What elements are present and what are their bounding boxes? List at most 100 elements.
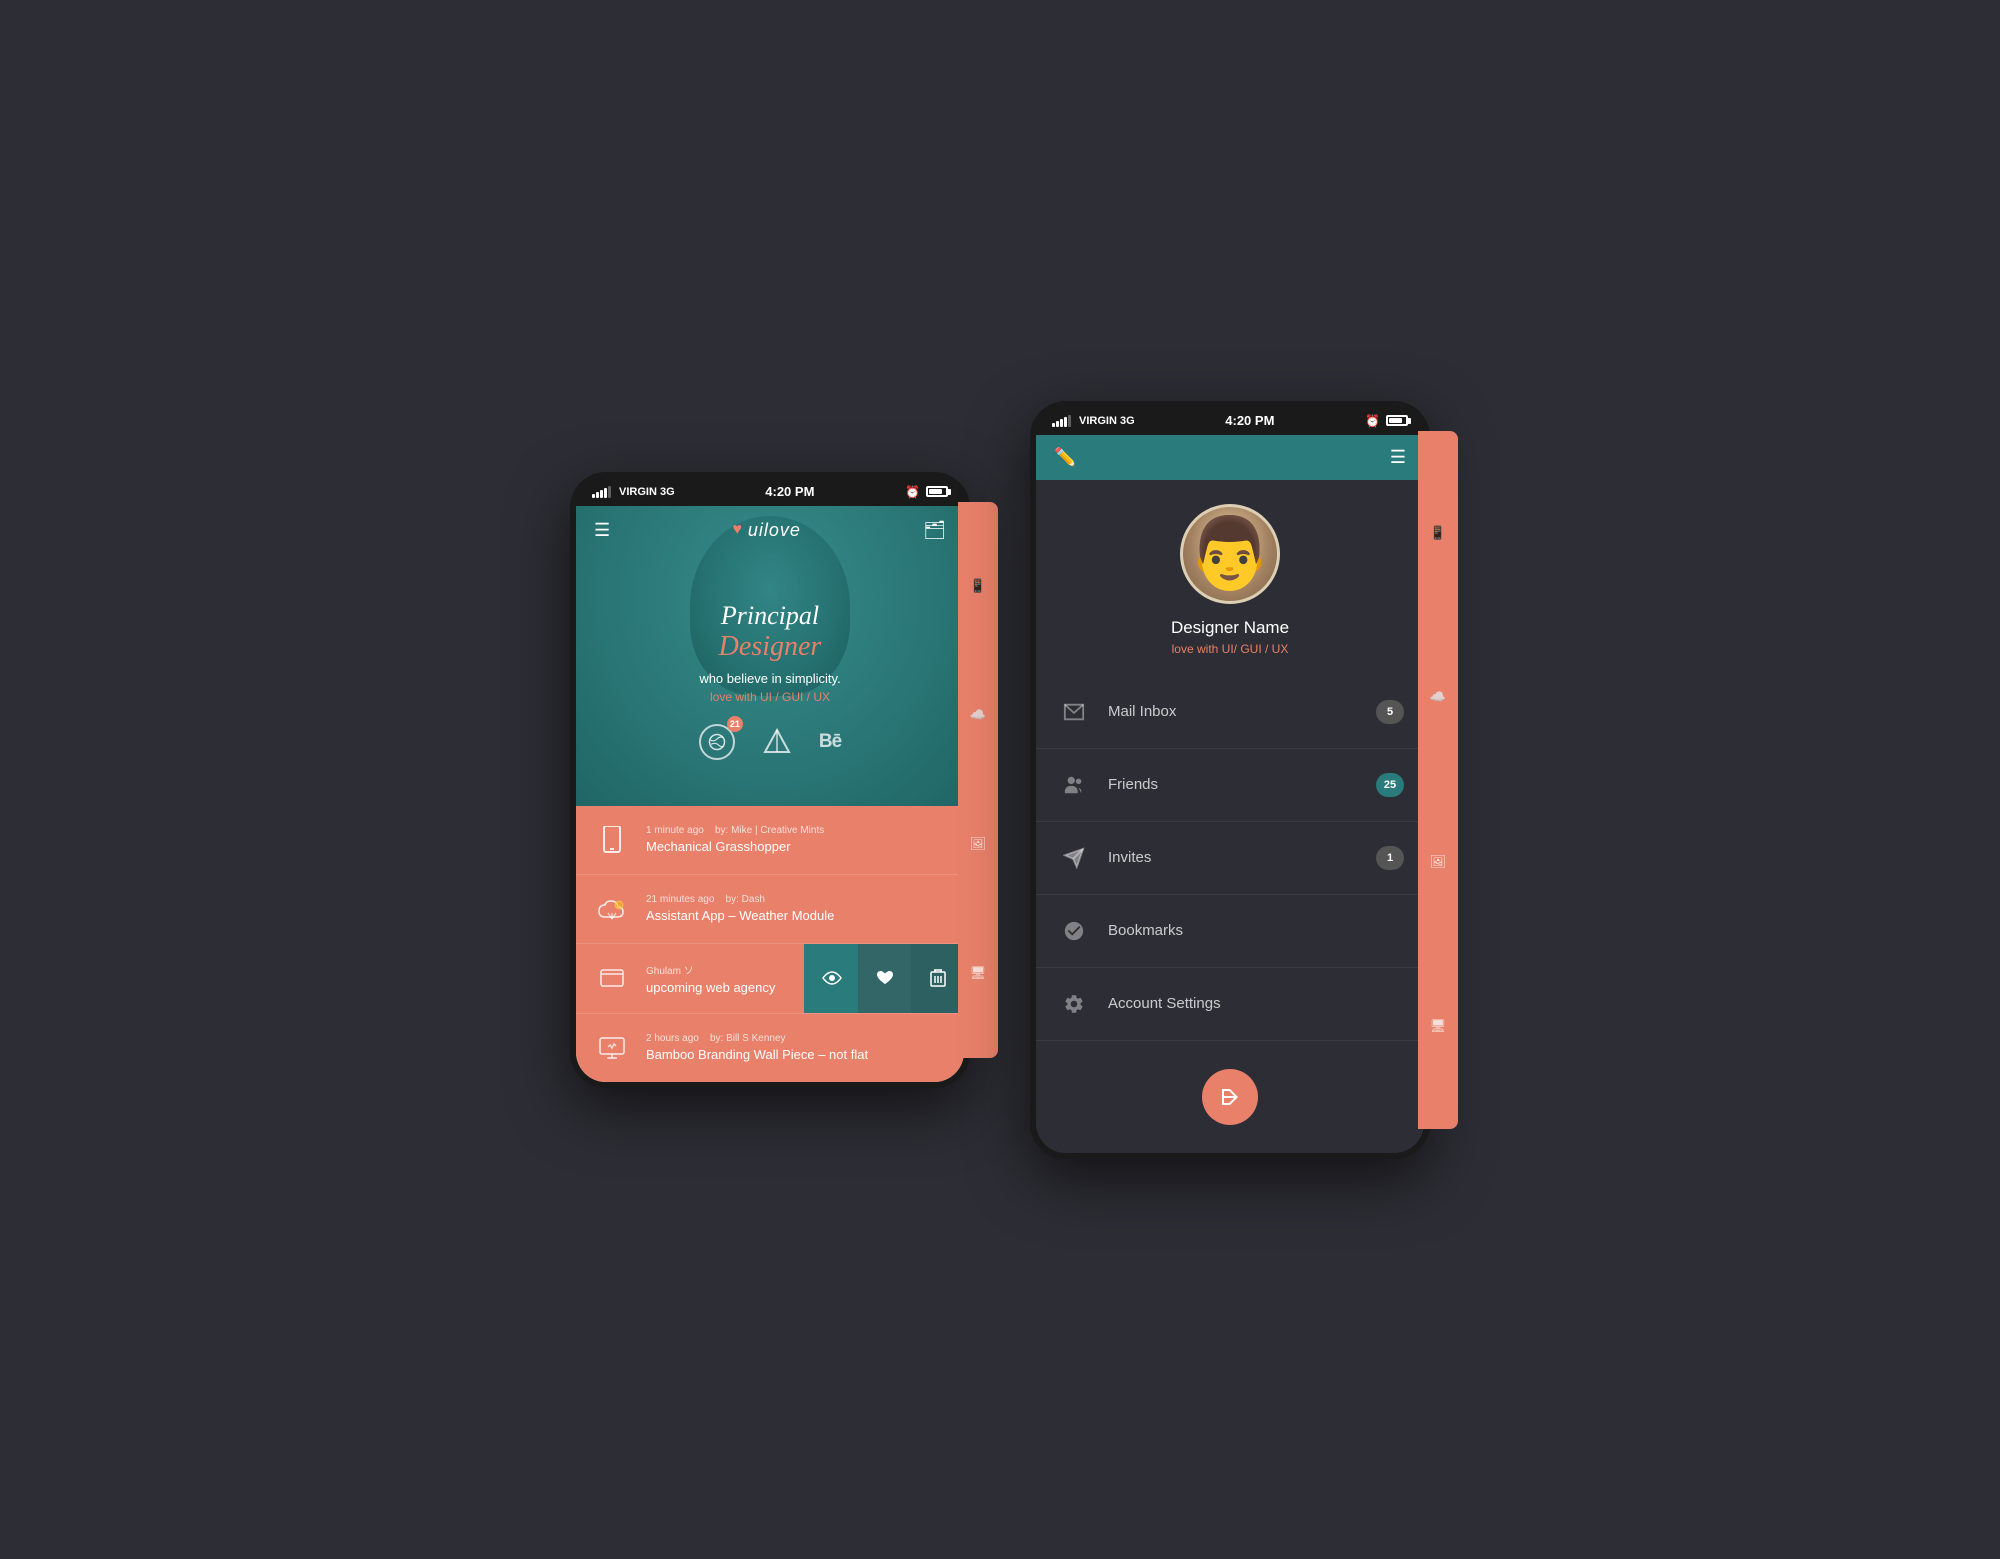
- right-side-strip-2: 📱 ☁️ 🖼 🖥: [1418, 431, 1458, 1129]
- feed-meta-3: Ghulam ソ: [646, 962, 794, 977]
- hamburger-icon[interactable]: ☰: [594, 521, 610, 539]
- time-1: 4:20 PM: [765, 484, 814, 499]
- hero-title-line1: Principal: [699, 601, 840, 631]
- feed-item-text-2: 21 minutes ago by: Dash Assistant App – …: [646, 894, 948, 923]
- delete-button[interactable]: [911, 944, 964, 1013]
- status-right-2: ⏰: [1365, 414, 1408, 428]
- like-button[interactable]: [858, 944, 911, 1013]
- signal-bar: [1056, 421, 1059, 427]
- bookmarks-icon: [1056, 913, 1092, 949]
- signal-bar: [592, 494, 595, 498]
- hamburger-icon-2[interactable]: ☰: [1390, 447, 1406, 468]
- feed-item-2[interactable]: 21 minutes ago by: Dash Assistant App – …: [576, 875, 964, 944]
- phone-1: VIRGIN 3G 4:20 PM ⏰ ☰: [570, 472, 970, 1088]
- phone2-top-bar: ✏️ ☰: [1036, 435, 1424, 480]
- alarm-icon-2: ⏰: [1365, 414, 1380, 428]
- feed-item-text-3: Ghulam ソ upcoming web agency: [646, 962, 794, 995]
- profile-section: Designer Name love with UI/ GUI / UX: [1036, 480, 1424, 676]
- invites-icon: [1056, 840, 1092, 876]
- menu-item-invites[interactable]: Invites 1: [1036, 822, 1424, 895]
- signal-bars-2: [1052, 415, 1071, 427]
- menu-list: Mail Inbox 5 Frien: [1036, 676, 1424, 1041]
- phone1-content: ☰ ♥ uilove 🗂 Principal Designer who beli…: [576, 506, 964, 1082]
- settings-icon: [1056, 986, 1092, 1022]
- hero-title-line2: Designer: [699, 631, 840, 663]
- menu-item-friends[interactable]: Friends 25: [1036, 749, 1424, 822]
- dribbble-badge: 21: [727, 716, 743, 732]
- edit-icon[interactable]: ✏️: [1054, 447, 1076, 468]
- signal-bar: [1052, 423, 1055, 427]
- strip-monitor-icon: 🖥: [970, 965, 987, 981]
- feed-item-1[interactable]: 1 minute ago by: Mike | Creative Mints M…: [576, 806, 964, 875]
- avatar-face: [1183, 507, 1277, 601]
- menu-item-settings[interactable]: Account Settings: [1036, 968, 1424, 1041]
- strip-image-icon: 🖼: [970, 836, 987, 852]
- time-2: 4:20 PM: [1225, 413, 1274, 428]
- phones-container: VIRGIN 3G 4:20 PM ⏰ ☰: [570, 401, 1430, 1159]
- hero-subtitle: who believe in simplicity.: [699, 671, 840, 686]
- feed-icon-phone: [592, 820, 632, 860]
- invites-label: Invites: [1108, 849, 1376, 866]
- feed-title-4: Bamboo Branding Wall Piece – not flat: [646, 1047, 948, 1062]
- briefcase-icon[interactable]: 🗂: [923, 520, 946, 541]
- phone2-content: ✏️ ☰ Designer Name love with UI/ GUI / U…: [1036, 435, 1424, 1153]
- friends-label: Friends: [1108, 776, 1376, 793]
- feed-item-4[interactable]: 2 hours ago by: Bill S Kenney Bamboo Bra…: [576, 1014, 964, 1082]
- signal-bars-1: [592, 486, 611, 498]
- feed-item-text-4: 2 hours ago by: Bill S Kenney Bamboo Bra…: [646, 1033, 948, 1062]
- status-left-1: VIRGIN 3G: [592, 486, 675, 498]
- hero-nav: ☰ ♥ uilove 🗂: [576, 506, 964, 541]
- logo-text: uilove: [748, 520, 801, 541]
- feed-icon-cloud: [592, 889, 632, 929]
- feed-meta-2: 21 minutes ago by: Dash: [646, 894, 948, 905]
- friends-icon: [1056, 767, 1092, 803]
- profile-name: Designer Name: [1171, 618, 1289, 638]
- hero-text: Principal Designer who believe in simpli…: [679, 601, 860, 704]
- signal-bar: [608, 486, 611, 498]
- mail-icon: [1056, 694, 1092, 730]
- strip-image-icon-2: 🖼: [1430, 854, 1447, 870]
- battery-icon-2: [1386, 415, 1408, 426]
- feed-section: 1 minute ago by: Mike | Creative Mints M…: [576, 806, 964, 1082]
- feed-title-1: Mechanical Grasshopper: [646, 839, 948, 854]
- bookmarks-label: Bookmarks: [1108, 922, 1404, 939]
- feed-title-3: upcoming web agency: [646, 980, 794, 995]
- feed-meta-4: 2 hours ago by: Bill S Kenney: [646, 1033, 948, 1044]
- signal-bar: [600, 490, 603, 498]
- behance-icon[interactable]: Bē: [819, 731, 841, 753]
- strip-phone-icon: 📱: [970, 578, 986, 594]
- signal-bar: [604, 488, 607, 498]
- carrier-1: VIRGIN 3G: [619, 486, 675, 498]
- battery-fill-2: [1389, 418, 1402, 423]
- right-side-strip-1: 📱 ☁️ 🖼 🖥: [958, 502, 998, 1058]
- strip-monitor-icon-2: 🖥: [1430, 1018, 1447, 1034]
- logout-section: [1036, 1041, 1424, 1153]
- battery-icon-1: [926, 486, 948, 497]
- mail-badge: 5: [1376, 700, 1404, 724]
- signal-bar: [596, 492, 599, 498]
- signal-bar: [1064, 417, 1067, 427]
- carrier-2: VIRGIN 3G: [1079, 415, 1135, 427]
- heart-icon: ♥: [732, 521, 742, 539]
- signal-bar: [1060, 419, 1063, 427]
- menu-item-mail[interactable]: Mail Inbox 5: [1036, 676, 1424, 749]
- view-button[interactable]: [805, 944, 858, 1013]
- status-bar-2: VIRGIN 3G 4:20 PM ⏰: [1036, 407, 1424, 435]
- feed-item-text-1: 1 minute ago by: Mike | Creative Mints M…: [646, 825, 948, 854]
- feed-item-actions: [804, 944, 964, 1013]
- status-right-1: ⏰: [905, 485, 948, 499]
- logout-button[interactable]: [1202, 1069, 1258, 1125]
- feed-item-3[interactable]: Ghulam ソ upcoming web agency: [576, 944, 964, 1014]
- menu-item-bookmarks[interactable]: Bookmarks: [1036, 895, 1424, 968]
- signal-bar: [1068, 415, 1071, 427]
- feed-meta-1: 1 minute ago by: Mike | Creative Mints: [646, 825, 948, 836]
- dribbble-icon-wrap[interactable]: 21: [699, 724, 735, 760]
- app-icon[interactable]: [759, 724, 795, 760]
- feed-icon-monitor: [592, 1028, 632, 1068]
- hero-social-icons: 21 Bē: [699, 724, 841, 760]
- battery-fill: [929, 489, 942, 494]
- alarm-icon: ⏰: [905, 485, 920, 499]
- avatar: [1180, 504, 1280, 604]
- status-left-2: VIRGIN 3G: [1052, 415, 1135, 427]
- mail-label: Mail Inbox: [1108, 703, 1376, 720]
